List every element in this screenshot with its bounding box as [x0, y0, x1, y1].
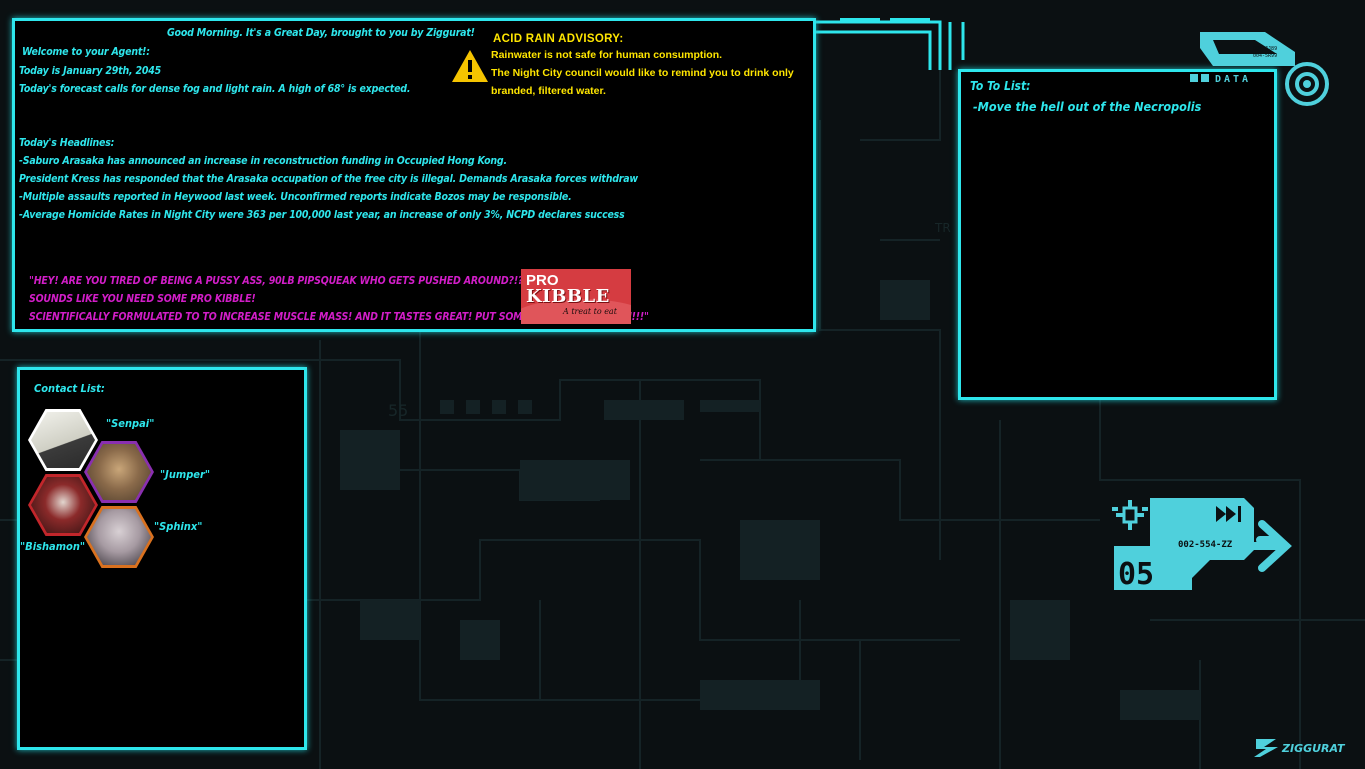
ad-line: SOUNDS LIKE YOU NEED SOME PRO KIBBLE! [29, 293, 256, 305]
contact-list-title: Contact List: [34, 382, 105, 395]
forecast-text: Today's forecast calls for dense fog and… [19, 83, 411, 95]
headline-item: -Saburo Arasaka has announced an increas… [19, 155, 507, 167]
contact-name[interactable]: "Senpai" [106, 417, 154, 430]
data-label: DATA [1215, 74, 1251, 85]
contact-name[interactable]: "Sphinx" [154, 520, 202, 533]
advisory-line: Rainwater is not safe for human consumpt… [491, 49, 723, 61]
warning-triangle-icon [452, 50, 488, 82]
id-badge-graphic: 002-554-ZZ 05 [1110, 494, 1296, 594]
data-ship-graphic: 004-JJ89 004-5R99 DATA [1185, 26, 1335, 108]
contact-name[interactable]: "Jumper" [160, 468, 210, 481]
headlines-title: Today's Headlines: [19, 137, 115, 149]
headline-item: -Multiple assaults reported in Heywood l… [19, 191, 572, 203]
pro-kibble-logo[interactable]: PRO KIBBLE A treat to eat [521, 269, 631, 324]
ship-label-2: 004-5R99 [1253, 53, 1277, 59]
ship-label-1: 004-JJ89 [1253, 46, 1277, 52]
news-panel: Good Morning. It's a Great Day, brought … [12, 18, 816, 332]
logo-tagline: A treat to eat [563, 307, 617, 316]
headline-item: President Kress has responded that the A… [19, 173, 638, 185]
contact-avatar-bishamon[interactable] [28, 474, 98, 536]
contact-avatar-senpai[interactable] [28, 409, 98, 471]
svg-text:TR: TR [934, 221, 951, 235]
contact-list-panel: Contact List: "Senpai" "Jumper" "Bishamo… [17, 367, 307, 750]
ziggurat-logo[interactable]: ZIGGURAT [1254, 735, 1364, 761]
ad-line: "HEY! ARE YOU TIRED OF BEING A PUSSY ASS… [29, 275, 528, 287]
welcome-text: Welcome to your Agent!: [22, 46, 150, 58]
contact-name[interactable]: "Bishamon" [20, 540, 85, 553]
todo-panel: To To List: -Move the hell out of the Ne… [958, 69, 1277, 400]
advisory-line: The Night City council would like to rem… [491, 67, 794, 97]
headline-item: -Average Homicide Rates in Night City we… [19, 209, 625, 221]
contact-avatar-sphinx[interactable] [84, 506, 154, 568]
todo-item[interactable]: -Move the hell out of the Necropolis [973, 99, 1201, 114]
date-text: Today is January 29th, 2045 [19, 65, 161, 77]
contact-avatar-jumper[interactable] [84, 441, 154, 503]
badge-code: 002-554-ZZ [1178, 540, 1233, 550]
logo-text: ZIGGURAT [1281, 742, 1346, 755]
logo-kibble-text: KIBBLE [526, 286, 610, 307]
svg-text:55: 55 [388, 401, 408, 420]
todo-title: To To List: [970, 79, 1031, 93]
greeting-text: Good Morning. It's a Great Day, brought … [167, 27, 475, 39]
badge-number: 05 [1118, 557, 1154, 592]
advisory-title: ACID RAIN ADVISORY: [493, 33, 624, 45]
